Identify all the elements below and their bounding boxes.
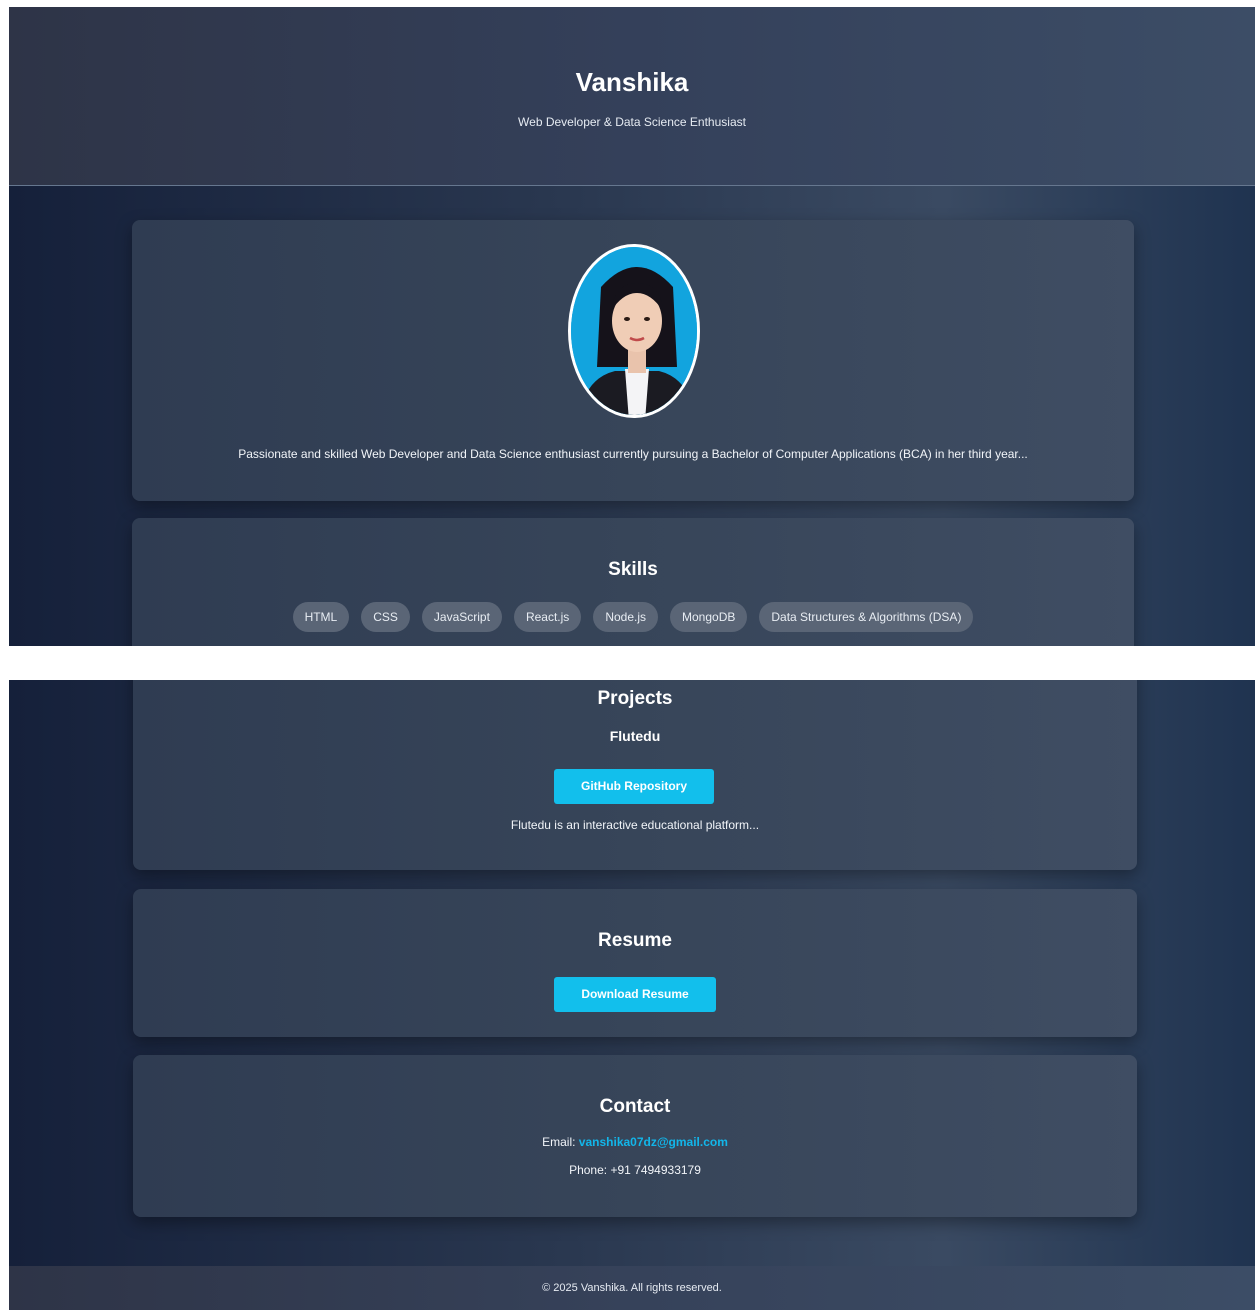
contact-phone-line: Phone: +91 7494933179 <box>133 1163 1137 1177</box>
about-card: Passionate and skilled Web Developer and… <box>132 220 1134 501</box>
site-header: Vanshika Web Developer & Data Science En… <box>9 7 1255 186</box>
site-tagline: Web Developer & Data Science Enthusiast <box>518 115 746 129</box>
skill-pill: HTML <box>292 602 350 632</box>
project-name: Flutedu <box>609 728 661 744</box>
profile-photo <box>568 244 700 418</box>
page-viewport-bottom: Projects Flutedu GitHub Repository Flute… <box>9 680 1255 1310</box>
profile-portrait-icon <box>571 247 697 415</box>
about-text: Passionate and skilled Web Developer and… <box>238 447 1028 461</box>
contact-card: Contact Email: vanshika07dz@gmail.com Ph… <box>133 1055 1137 1217</box>
skill-pill: MongoDB <box>670 602 748 632</box>
skill-pill: Data Structures & Algorithms (DSA) <box>759 602 974 632</box>
projects-title: Projects <box>597 688 673 709</box>
resume-title: Resume <box>598 930 672 951</box>
download-resume-button[interactable]: Download Resume <box>554 977 716 1012</box>
skill-list: HTML CSS JavaScript React.js Node.js Mon… <box>132 602 1134 632</box>
email-link[interactable]: vanshika07dz@gmail.com <box>579 1135 728 1149</box>
skill-pill: CSS <box>361 602 410 632</box>
site-footer: © 2025 Vanshika. All rights reserved. <box>9 1266 1255 1310</box>
page-viewport-top: Vanshika Web Developer & Data Science En… <box>9 7 1255 646</box>
phone-label: Phone: <box>569 1163 608 1177</box>
site-title: Vanshika <box>575 67 689 97</box>
skill-pill: Node.js <box>593 602 658 632</box>
github-repository-button[interactable]: GitHub Repository <box>554 769 714 804</box>
email-label: Email: <box>542 1135 576 1149</box>
skills-title: Skills <box>608 559 658 580</box>
skills-card: Skills HTML CSS JavaScript React.js Node… <box>132 518 1134 646</box>
footer-copyright: © 2025 Vanshika. All rights reserved. <box>542 1282 722 1294</box>
project-description: Flutedu is an interactive educational pl… <box>510 818 760 832</box>
skill-pill: React.js <box>513 602 582 632</box>
skill-pill: JavaScript <box>421 602 502 632</box>
projects-card: Projects Flutedu GitHub Repository Flute… <box>133 680 1137 870</box>
resume-card: Resume Download Resume <box>133 889 1137 1037</box>
contact-title: Contact <box>599 1096 671 1117</box>
phone-number: +91 7494933179 <box>610 1163 701 1177</box>
contact-email-line: Email: vanshika07dz@gmail.com <box>133 1135 1137 1149</box>
